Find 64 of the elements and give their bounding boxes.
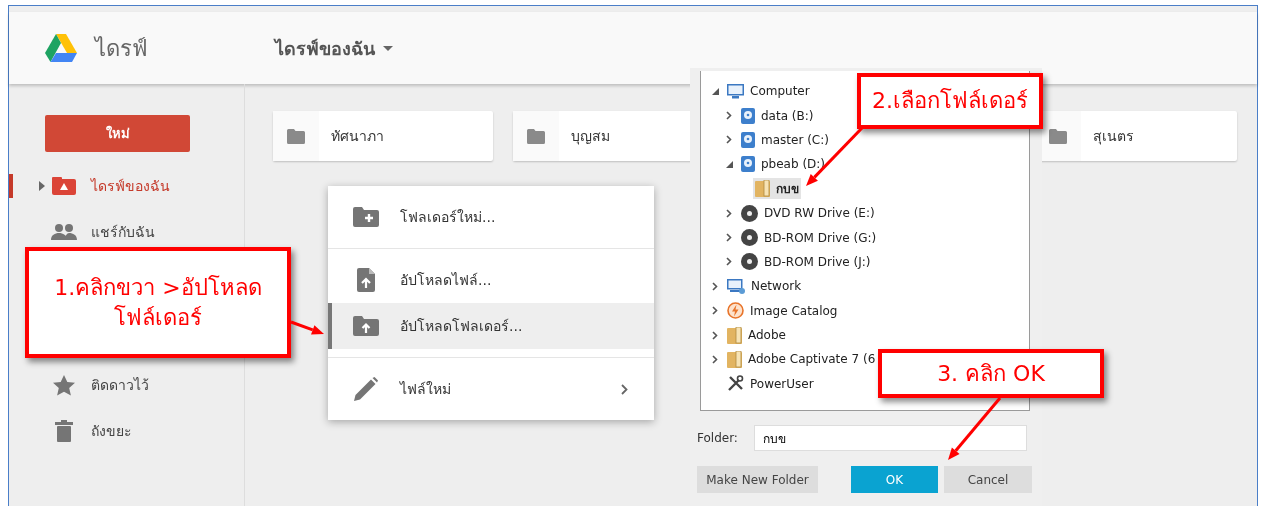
menu-item[interactable]: ไฟล์ใหม่ <box>328 366 654 412</box>
expanded-arrow-icon[interactable] <box>711 87 719 95</box>
tree-item[interactable]: Adobe Captivate 7 (6 <box>725 350 878 369</box>
file-upload-icon <box>357 268 375 292</box>
disc-icon <box>741 204 758 222</box>
drive-logo-icon <box>45 34 77 62</box>
dialog-button[interactable]: Cancel <box>944 466 1032 493</box>
folder-icon <box>727 351 742 368</box>
disc-icon <box>741 229 758 247</box>
tree-item[interactable]: PowerUser <box>725 374 816 394</box>
trash-icon <box>55 420 73 442</box>
folder-upload-icon <box>353 316 379 336</box>
tree-item[interactable]: pbeab (D:) <box>739 155 828 174</box>
tree-item[interactable]: DVD RW Drive (E:) <box>739 203 877 223</box>
folder-name: บุญสม <box>571 127 610 147</box>
network-computer-icon <box>727 278 745 294</box>
dialog-button[interactable]: Make New Folder <box>697 466 818 493</box>
location-dropdown[interactable]: ไดรฟ์ของฉัน <box>275 33 393 63</box>
sidebar-item[interactable]: ไดรฟ์ของฉัน <box>9 171 244 201</box>
tree-item[interactable]: Image Catalog <box>725 301 840 321</box>
tree-item[interactable]: Computer <box>725 82 812 100</box>
new-button[interactable]: ใหม่ <box>45 115 190 152</box>
tree-item[interactable]: data (B:) <box>739 106 816 125</box>
disc-icon <box>741 253 758 271</box>
callout-text: 2.เลือกโฟล์เดอร์ <box>872 87 1028 116</box>
sidebar-item[interactable]: ถังขยะ <box>9 416 244 446</box>
menu-item[interactable]: อัปโหลดไฟล์... <box>328 257 654 303</box>
pencil-icon <box>354 377 378 401</box>
menu-item[interactable]: โฟลเดอร์ใหม่... <box>328 194 654 240</box>
folder-icon <box>527 128 545 144</box>
hard-drive-icon <box>741 131 755 148</box>
folder-icon <box>727 326 742 344</box>
folder-label: Folder: <box>697 431 738 445</box>
tree-item[interactable]: master (C:) <box>739 130 831 149</box>
tree-item[interactable]: Adobe <box>725 325 788 345</box>
folder-name: ทัศนาภา <box>331 127 384 146</box>
hard-drive-icon <box>741 156 755 173</box>
sidebar-item[interactable]: แชร์กับฉัน <box>9 217 244 247</box>
tree-item[interactable]: Network <box>725 277 804 295</box>
sidebar-item[interactable]: ติดดาวไว้ <box>9 370 244 400</box>
menu-item[interactable]: อัปโหลดโฟลเดอร์... <box>328 303 654 349</box>
expand-arrow-icon[interactable] <box>39 181 45 191</box>
folder-name: สุเนตร <box>1093 127 1134 147</box>
lightning-circle-icon <box>727 302 744 320</box>
star-icon <box>53 374 75 396</box>
caret-icon <box>383 45 393 51</box>
callout-text: 3. คลิก OK <box>937 359 1045 388</box>
folder-input-field[interactable]: กบข <box>753 425 1027 451</box>
drive-folder-icon <box>52 177 76 195</box>
hard-drive-icon <box>741 107 755 124</box>
expanded-arrow-icon[interactable] <box>725 160 733 168</box>
people-icon <box>51 224 77 240</box>
callout-text: 1.คลิกขวา >อัปโหลด โฟล์เดอร์ <box>54 273 262 332</box>
folder-card[interactable]: ทัศนาภา <box>273 111 493 161</box>
folder-plus-icon <box>353 207 379 227</box>
computer-icon <box>727 83 744 99</box>
tree-item[interactable]: กบข <box>753 178 801 200</box>
folder-icon <box>755 180 770 198</box>
folder-icon <box>1049 128 1067 144</box>
tree-item[interactable]: BD-ROM Drive (G:) <box>739 228 879 248</box>
app-name: ไดรฟ์ <box>95 34 149 63</box>
tools-icon <box>727 375 744 393</box>
tree-item[interactable]: BD-ROM Drive (J:) <box>739 252 873 272</box>
folder-icon <box>287 128 305 144</box>
